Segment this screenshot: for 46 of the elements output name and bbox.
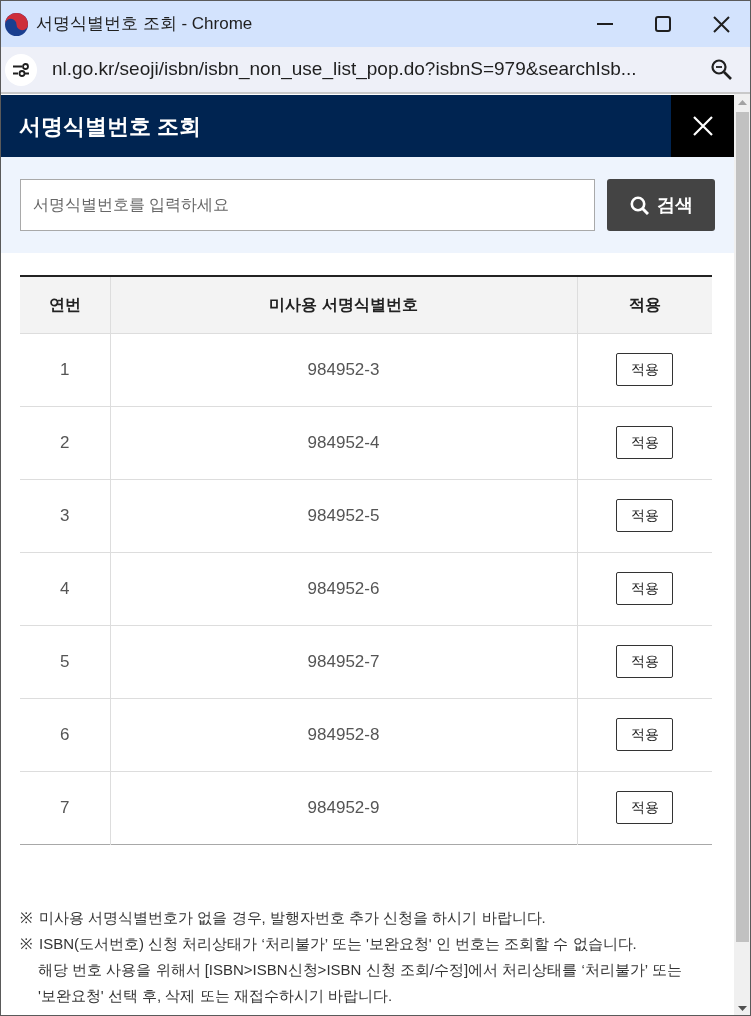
close-icon <box>712 15 730 33</box>
search-icon <box>629 195 649 215</box>
url-text[interactable]: nl.go.kr/seoji/isbn/isbn_non_use_list_pop.do?isbnS=979&searchIsb... <box>52 55 637 84</box>
scrollbar-thumb[interactable] <box>735 112 749 942</box>
maximize-icon <box>655 16 671 32</box>
note-mark: ※ <box>20 907 34 928</box>
table-cell: 4 <box>20 552 110 625</box>
popup-title: 서명식별번호 조회 <box>19 112 202 141</box>
apply-button[interactable]: 적용 <box>616 718 674 751</box>
table-cell: 1 <box>20 333 110 406</box>
scroll-down-icon[interactable] <box>737 1006 747 1011</box>
site-info-button[interactable] <box>5 53 37 86</box>
apply-button[interactable]: 적용 <box>616 645 674 678</box>
apply-button[interactable]: 적용 <box>616 426 674 459</box>
table-cell: 984952-8 <box>110 698 577 771</box>
table-cell: 5 <box>20 625 110 698</box>
table-cell: 984952-3 <box>110 333 577 406</box>
search-button[interactable]: 검색 <box>607 179 715 231</box>
column-header: 미사용 서명식별번호 <box>110 276 577 333</box>
popup-close-button[interactable] <box>671 95 734 157</box>
table-cell: 984952-6 <box>110 552 577 625</box>
table-cell: 984952-9 <box>110 771 577 844</box>
table-cell: 984952-4 <box>110 406 577 479</box>
note-text: 해당 번호 사용을 위해서 [ISBN>ISBN신청>ISBN 신청 조회/수정]에서 처리상태를 ‘처리불가’ 또는 '보완요청' 선택 후, 삭제 또는 재접수하시기 바랍니다. <box>38 959 683 1006</box>
note-mark: ※ <box>20 933 34 954</box>
table-cell: 3 <box>20 479 110 552</box>
table-cell: 7 <box>20 771 110 844</box>
search-field[interactable]: 서명식별번호를 입력하세요 <box>20 179 595 231</box>
apply-button[interactable]: 적용 <box>616 353 674 386</box>
apply-button[interactable]: 적용 <box>616 791 674 824</box>
emblem-icon <box>5 12 28 36</box>
apply-button[interactable]: 적용 <box>616 499 674 532</box>
table-cell: 984952-7 <box>110 625 577 698</box>
table-cell: 2 <box>20 406 110 479</box>
window-title: 서명식별번호 조회 - Chrome <box>36 13 253 36</box>
column-header: 연번 <box>20 276 110 333</box>
tune-icon <box>12 62 30 77</box>
close-icon <box>692 116 713 136</box>
note-text: ISBN(도서번호) 신청 처리상태가 ‘처리불가’ 또는 '보완요청' 인 번호는 조회할 수 없습니다. <box>39 933 638 954</box>
minimize-icon <box>597 23 613 25</box>
note-text: 미사용 서명식별번호가 없을 경우, 발행자번호 추가 신청을 하시기 바랍니다. <box>39 907 547 928</box>
column-header: 적용 <box>577 276 712 333</box>
table-cell: 984952-5 <box>110 479 577 552</box>
zoom-icon[interactable] <box>711 59 732 80</box>
apply-button[interactable]: 적용 <box>616 572 674 605</box>
table-cell: 6 <box>20 698 110 771</box>
